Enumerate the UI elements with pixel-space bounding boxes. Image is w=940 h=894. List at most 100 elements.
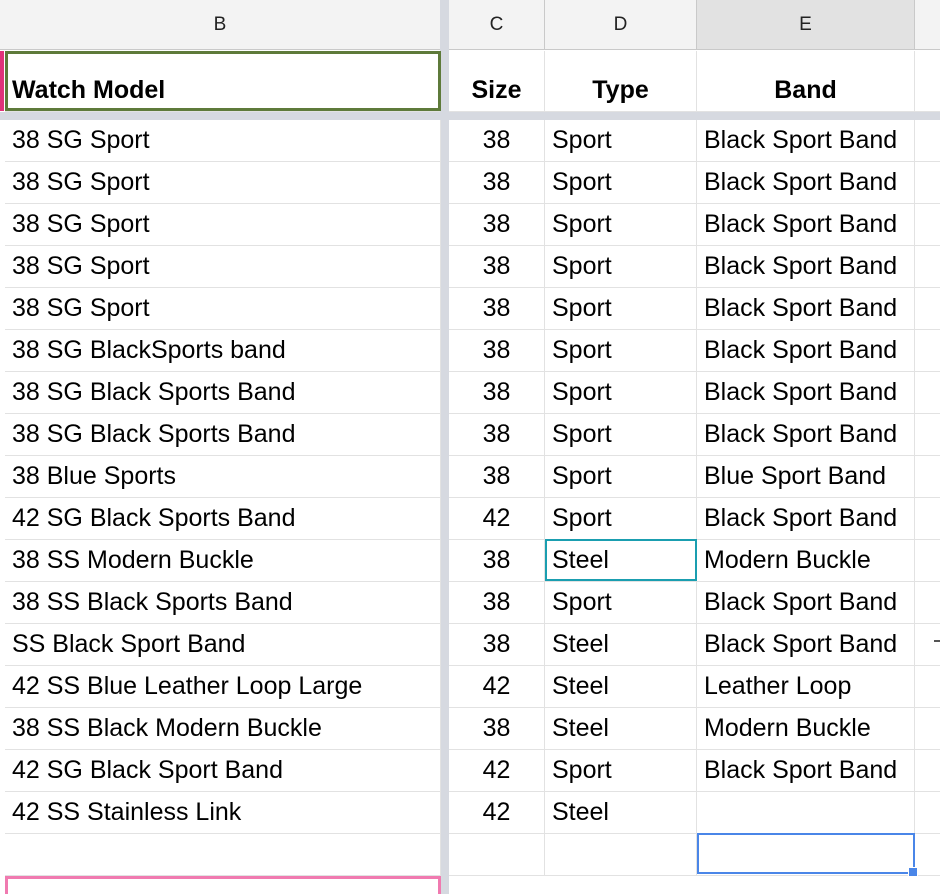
- cell-band[interactable]: Black Sport Band: [697, 120, 915, 162]
- cell-type[interactable]: Steel: [545, 540, 697, 582]
- cell-type[interactable]: Sport: [545, 246, 697, 288]
- cell-size[interactable]: 38: [449, 540, 545, 582]
- cell-size[interactable]: 42: [449, 666, 545, 708]
- cell-band[interactable]: Black Sport Band: [697, 162, 915, 204]
- cell-watch-model[interactable]: 38 Blue Sports: [5, 456, 441, 498]
- frozen-row-divider[interactable]: [0, 112, 940, 120]
- cell-type[interactable]: Sport: [545, 582, 697, 624]
- cell-size[interactable]: 42: [449, 750, 545, 792]
- cell-size[interactable]: 38: [449, 162, 545, 204]
- cell-size[interactable]: 38: [449, 330, 545, 372]
- cell-size[interactable]: 42: [449, 498, 545, 540]
- cell-watch-model[interactable]: 38 SG BlackSports band: [5, 330, 441, 372]
- cell-band[interactable]: Black Sport Band: [697, 498, 915, 540]
- cell-size[interactable]: 38: [449, 708, 545, 750]
- header-cell-band[interactable]: Band: [697, 51, 915, 112]
- column-header-d[interactable]: D: [545, 0, 697, 50]
- cell-f[interactable]: [915, 792, 940, 834]
- cell-type[interactable]: Sport: [545, 414, 697, 456]
- cell-f[interactable]: [915, 456, 940, 498]
- cell-watch-model[interactable]: SS Black Sport Band: [5, 624, 441, 666]
- cell-size[interactable]: 38: [449, 456, 545, 498]
- cell-watch-model[interactable]: 42 SG Black Sports Band: [5, 498, 441, 540]
- cell-watch-model[interactable]: 38 SG Sport: [5, 162, 441, 204]
- cell-type[interactable]: Sport: [545, 330, 697, 372]
- cell-size[interactable]: 38: [449, 372, 545, 414]
- cell-band[interactable]: Black Sport Band: [697, 204, 915, 246]
- cell-band[interactable]: Black Sport Band: [697, 624, 915, 666]
- cell-f[interactable]: [915, 120, 940, 162]
- header-cell-f[interactable]: [915, 51, 940, 112]
- column-header-c[interactable]: C: [449, 0, 545, 50]
- cell-band[interactable]: Modern Buckle: [697, 540, 915, 582]
- column-header-b[interactable]: B: [0, 0, 441, 50]
- header-cell-watch-model[interactable]: Watch Model: [5, 51, 441, 112]
- cell-band[interactable]: Black Sport Band: [697, 414, 915, 456]
- cell-watch-model[interactable]: 38 SG Sport: [5, 246, 441, 288]
- cell-f[interactable]: [915, 246, 940, 288]
- cell-watch-model[interactable]: 42 SS Blue Leather Loop Large: [5, 666, 441, 708]
- cell-type[interactable]: Sport: [545, 372, 697, 414]
- header-cell-type[interactable]: Type: [545, 51, 697, 112]
- cell-f[interactable]: [915, 288, 940, 330]
- cell-type[interactable]: [545, 834, 697, 876]
- cell-f[interactable]: [915, 162, 940, 204]
- cell-f[interactable]: [915, 498, 940, 540]
- cell-band[interactable]: Leather Loop: [697, 666, 915, 708]
- cell-f[interactable]: [915, 204, 940, 246]
- column-header-e[interactable]: E: [697, 0, 915, 50]
- cell-size[interactable]: [449, 834, 545, 876]
- cell-watch-model[interactable]: 38 SG Sport: [5, 204, 441, 246]
- cell-watch-model[interactable]: [5, 834, 441, 876]
- cell-type[interactable]: Steel: [545, 792, 697, 834]
- cell-size[interactable]: 38: [449, 120, 545, 162]
- cell-f[interactable]: [915, 414, 940, 456]
- cell-f[interactable]: [915, 582, 940, 624]
- cell-f[interactable]: [915, 666, 940, 708]
- cell-f[interactable]: [915, 834, 940, 876]
- cell-type[interactable]: Sport: [545, 204, 697, 246]
- cell-size[interactable]: 38: [449, 204, 545, 246]
- cell-band[interactable]: Modern Buckle: [697, 708, 915, 750]
- cell-size[interactable]: 38: [449, 582, 545, 624]
- cell-watch-model[interactable]: 42 SG Black Sport Band: [5, 750, 441, 792]
- cell-type[interactable]: Sport: [545, 750, 697, 792]
- cell-band[interactable]: Black Sport Band: [697, 288, 915, 330]
- cell-watch-model[interactable]: 38 SS Black Modern Buckle: [5, 708, 441, 750]
- cell-f[interactable]: [915, 708, 940, 750]
- cell-watch-model[interactable]: 38 SS Black Sports Band: [5, 582, 441, 624]
- cell-size[interactable]: 38: [449, 246, 545, 288]
- frozen-column-divider[interactable]: [440, 0, 449, 894]
- cell-band[interactable]: Blue Sport Band: [697, 456, 915, 498]
- cell-type[interactable]: Sport: [545, 162, 697, 204]
- cell-band[interactable]: Black Sport Band: [697, 750, 915, 792]
- cell-f[interactable]: [915, 330, 940, 372]
- cell-f[interactable]: [915, 624, 940, 666]
- cell-watch-model[interactable]: 38 SS Modern Buckle: [5, 540, 441, 582]
- cell-band[interactable]: [697, 834, 915, 876]
- cell-type[interactable]: Sport: [545, 288, 697, 330]
- cell-f[interactable]: [915, 372, 940, 414]
- cell-type[interactable]: Sport: [545, 120, 697, 162]
- column-header-f[interactable]: [915, 0, 940, 50]
- cell-size[interactable]: 38: [449, 288, 545, 330]
- cell-watch-model[interactable]: 38 SG Black Sports Band: [5, 414, 441, 456]
- cell-band[interactable]: Black Sport Band: [697, 246, 915, 288]
- cell-type[interactable]: Sport: [545, 498, 697, 540]
- cell-watch-model[interactable]: 38 SG Sport: [5, 120, 441, 162]
- fill-handle[interactable]: [908, 867, 918, 877]
- cell-watch-model[interactable]: 38 SG Sport: [5, 288, 441, 330]
- cell-type[interactable]: Steel: [545, 708, 697, 750]
- cell-watch-model[interactable]: 42 SS Stainless Link: [5, 792, 441, 834]
- cell-type[interactable]: Steel: [545, 624, 697, 666]
- cell-type[interactable]: Sport: [545, 456, 697, 498]
- cell-band[interactable]: [697, 792, 915, 834]
- cell-band[interactable]: Black Sport Band: [697, 330, 915, 372]
- header-cell-size[interactable]: Size: [449, 51, 545, 112]
- cell-f[interactable]: [915, 540, 940, 582]
- cell-band[interactable]: Black Sport Band: [697, 372, 915, 414]
- cell-f[interactable]: [915, 750, 940, 792]
- cell-size[interactable]: 38: [449, 624, 545, 666]
- cell-size[interactable]: 38: [449, 414, 545, 456]
- cell-watch-model[interactable]: 38 SG Black Sports Band: [5, 372, 441, 414]
